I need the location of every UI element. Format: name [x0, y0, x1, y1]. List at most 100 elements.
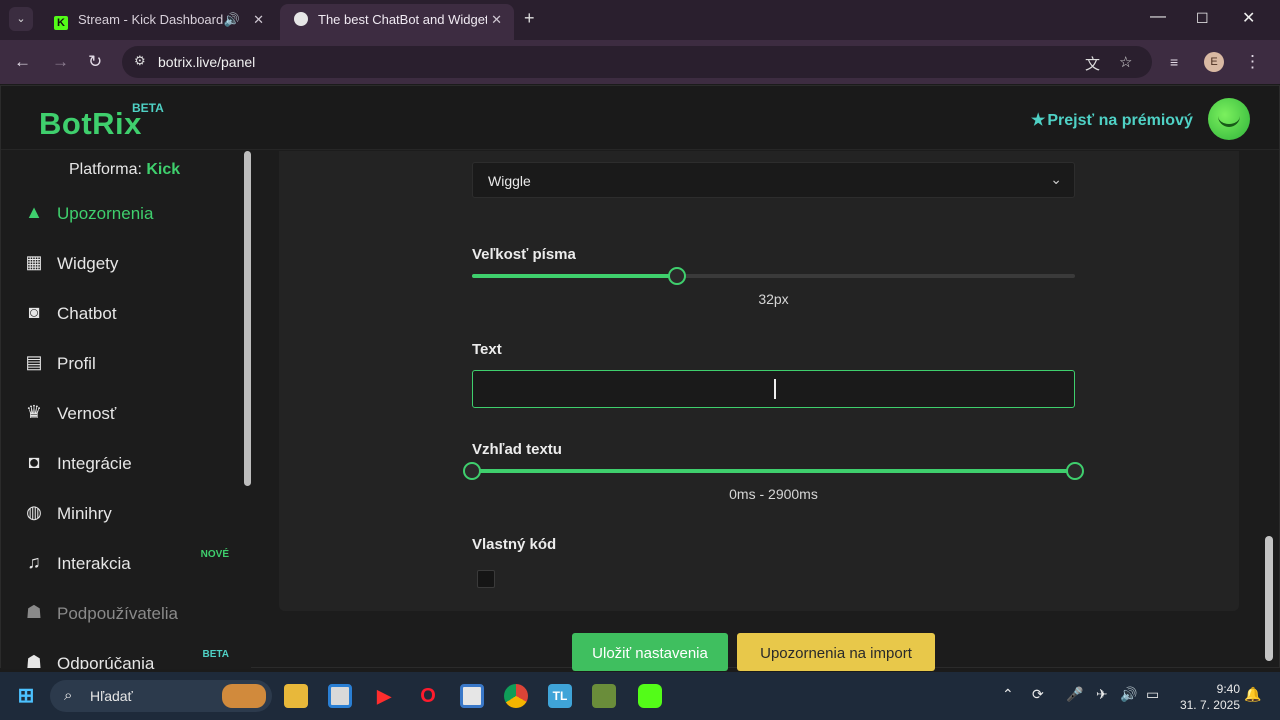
- sidebar-item-chatbot[interactable]: ◙ Chatbot: [1, 291, 241, 335]
- microphone-icon[interactable]: 🎤: [1066, 686, 1083, 703]
- users-icon: ☗: [25, 652, 43, 669]
- sidebar-item-profile[interactable]: ▤ Profil: [1, 341, 241, 385]
- text-appearance-range-fill: [472, 469, 1075, 473]
- browser-tab-bar: ⌄ K Stream - Kick Dashboard 🔊 ✕ The best …: [0, 0, 1280, 40]
- new-badge: NOVÉ: [200, 549, 229, 560]
- sidebar-item-label: Vernosť: [57, 404, 117, 423]
- text-appearance-label: Vzhľad textu: [472, 441, 562, 458]
- sidebar-item-alerts[interactable]: ▲ Upozornenia: [1, 191, 241, 235]
- sidebar-item-label: Minihry: [57, 504, 112, 523]
- sidebar-item-subusers[interactable]: ☗ Podpoužívatelia: [1, 591, 241, 635]
- gamepad-icon: ◍: [26, 502, 42, 522]
- range-start-handle[interactable]: [463, 462, 481, 480]
- alert-settings-panel: Wiggle ⌄ Veľkosť písma 32px Text Vzhľad …: [279, 151, 1239, 611]
- font-size-value: 32px: [758, 291, 789, 307]
- speaker-icon[interactable]: 🔊: [224, 4, 240, 36]
- reload-button[interactable]: ↻: [88, 52, 102, 72]
- back-button[interactable]: ←: [14, 52, 31, 72]
- sidebar-item-integrations[interactable]: ◘ Integrácie: [1, 441, 241, 485]
- browser-toolbar: ← → ↻ ⚙ botrix.live/panel 文 ☆ ≡ E ⋮: [0, 40, 1280, 84]
- file-explorer-icon[interactable]: [284, 684, 308, 708]
- clock-time: 9:40: [1216, 682, 1240, 696]
- user-avatar[interactable]: [1208, 98, 1250, 140]
- battery-icon[interactable]: ▭: [1146, 686, 1159, 703]
- translate-icon[interactable]: 文: [1085, 53, 1100, 74]
- site-info-icon[interactable]: ⚙: [134, 53, 146, 69]
- airplane-icon[interactable]: ✈: [1096, 686, 1108, 703]
- close-window-button[interactable]: ✕: [1242, 8, 1255, 28]
- sidebar-item-referrals[interactable]: ☗ Odporúčania BETA: [1, 641, 241, 669]
- font-size-slider[interactable]: [472, 267, 1075, 285]
- sidebar-item-label: Integrácie: [57, 454, 132, 473]
- sidebar-scrollbar[interactable]: [244, 151, 251, 486]
- sidebar-item-minigames[interactable]: ◍ Minihry: [1, 491, 241, 535]
- sidebar-item-widgets[interactable]: ▦ Widgety: [1, 241, 241, 285]
- site-header: BotRix BETA ★ Prejsť na prémiový: [1, 86, 1279, 150]
- notification-icon[interactable]: 🔔: [1244, 686, 1261, 703]
- tlauncher-icon[interactable]: TL: [548, 684, 572, 708]
- beta-badge: BETA: [202, 649, 229, 660]
- animation-select-value: Wiggle: [488, 173, 531, 189]
- tab-botrix[interactable]: The best ChatBot and Widgets ✕: [280, 4, 514, 40]
- text-cursor: [774, 379, 776, 399]
- text-appearance-range-slider[interactable]: [463, 462, 1084, 480]
- music-icon: ♫: [27, 552, 41, 572]
- sidebar-item-label: Widgety: [57, 254, 119, 273]
- profile-avatar[interactable]: E: [1204, 52, 1224, 72]
- sidebar-item-label: Podpoužívatelia: [57, 604, 178, 623]
- botrix-panel: BotRix BETA ★ Prejsť na prémiový Platform…: [0, 85, 1280, 671]
- close-tab-icon[interactable]: ✕: [253, 4, 264, 36]
- kick-app-icon[interactable]: [638, 684, 662, 708]
- beta-badge: BETA: [132, 101, 164, 115]
- app-icon[interactable]: [460, 684, 484, 708]
- minecraft-icon[interactable]: [592, 684, 616, 708]
- page-scrollbar[interactable]: [1265, 536, 1273, 661]
- go-premium-link[interactable]: ★ Prejsť na prémiový: [1031, 110, 1193, 130]
- new-tab-button[interactable]: +: [524, 8, 535, 29]
- tab-kick-dashboard[interactable]: K Stream - Kick Dashboard 🔊 ✕: [40, 4, 276, 36]
- import-alerts-button[interactable]: Upozornenia na import: [737, 633, 935, 671]
- chevron-down-icon: ⌄: [1050, 171, 1062, 187]
- tray-overflow-icon[interactable]: ⌃: [1002, 686, 1014, 703]
- close-tab-icon[interactable]: ✕: [487, 4, 502, 36]
- forward-button[interactable]: →: [52, 52, 69, 72]
- youtube-icon[interactable]: ▶: [372, 684, 396, 708]
- windows-start-icon[interactable]: ⊞: [14, 684, 38, 708]
- minimize-button[interactable]: —: [1150, 8, 1166, 26]
- platform-label: Platforma:: [69, 161, 142, 178]
- bookmark-star-icon[interactable]: ☆: [1119, 53, 1132, 71]
- text-label: Text: [472, 341, 502, 358]
- sidebar-item-label: Interakcia: [57, 554, 131, 573]
- opera-icon[interactable]: O: [416, 684, 440, 708]
- platform-value: Kick: [146, 161, 181, 178]
- text-appearance-value: 0ms - 2900ms: [729, 486, 818, 502]
- address-bar[interactable]: ⚙ botrix.live/panel 文 ☆: [122, 46, 1152, 78]
- search-highlight-image: [222, 684, 266, 708]
- app-window-icon[interactable]: [328, 684, 352, 708]
- font-size-slider-fill: [472, 274, 678, 278]
- font-size-label: Veľkosť písma: [472, 246, 576, 263]
- go-premium-label: Prejsť na prémiový: [1047, 112, 1193, 129]
- sync-icon[interactable]: ⟳: [1032, 686, 1044, 703]
- chrome-icon[interactable]: [504, 684, 528, 708]
- grid-icon: ▦: [25, 252, 43, 272]
- browser-menu-icon[interactable]: ⋮: [1244, 52, 1261, 72]
- maximize-button[interactable]: ☐: [1196, 10, 1209, 27]
- id-card-icon: ▤: [25, 352, 43, 372]
- text-input[interactable]: [472, 370, 1075, 408]
- range-end-handle[interactable]: [1066, 462, 1084, 480]
- sidebar-item-label: Odporúčania: [57, 654, 155, 669]
- taskbar-clock[interactable]: 9:40 31. 7. 2025: [1170, 681, 1240, 713]
- animation-select[interactable]: Wiggle ⌄: [472, 162, 1075, 198]
- sidebar-item-loyalty[interactable]: ♛ Vernosť: [1, 391, 241, 435]
- botrix-logo[interactable]: BotRix: [39, 106, 142, 142]
- custom-code-checkbox[interactable]: [477, 570, 495, 588]
- tab-search-button[interactable]: ⌄: [9, 7, 33, 31]
- media-control-icon[interactable]: ≡: [1170, 54, 1178, 70]
- volume-icon[interactable]: 🔊: [1120, 686, 1137, 703]
- sidebar-item-interaction[interactable]: ♫ Interakcia NOVÉ: [1, 541, 241, 585]
- taskbar-search[interactable]: ⌕ Hľadať: [50, 680, 272, 712]
- clock-date: 31. 7. 2025: [1179, 698, 1240, 712]
- font-size-slider-handle[interactable]: [668, 267, 687, 285]
- save-settings-button[interactable]: Uložiť nastavenia: [572, 633, 728, 671]
